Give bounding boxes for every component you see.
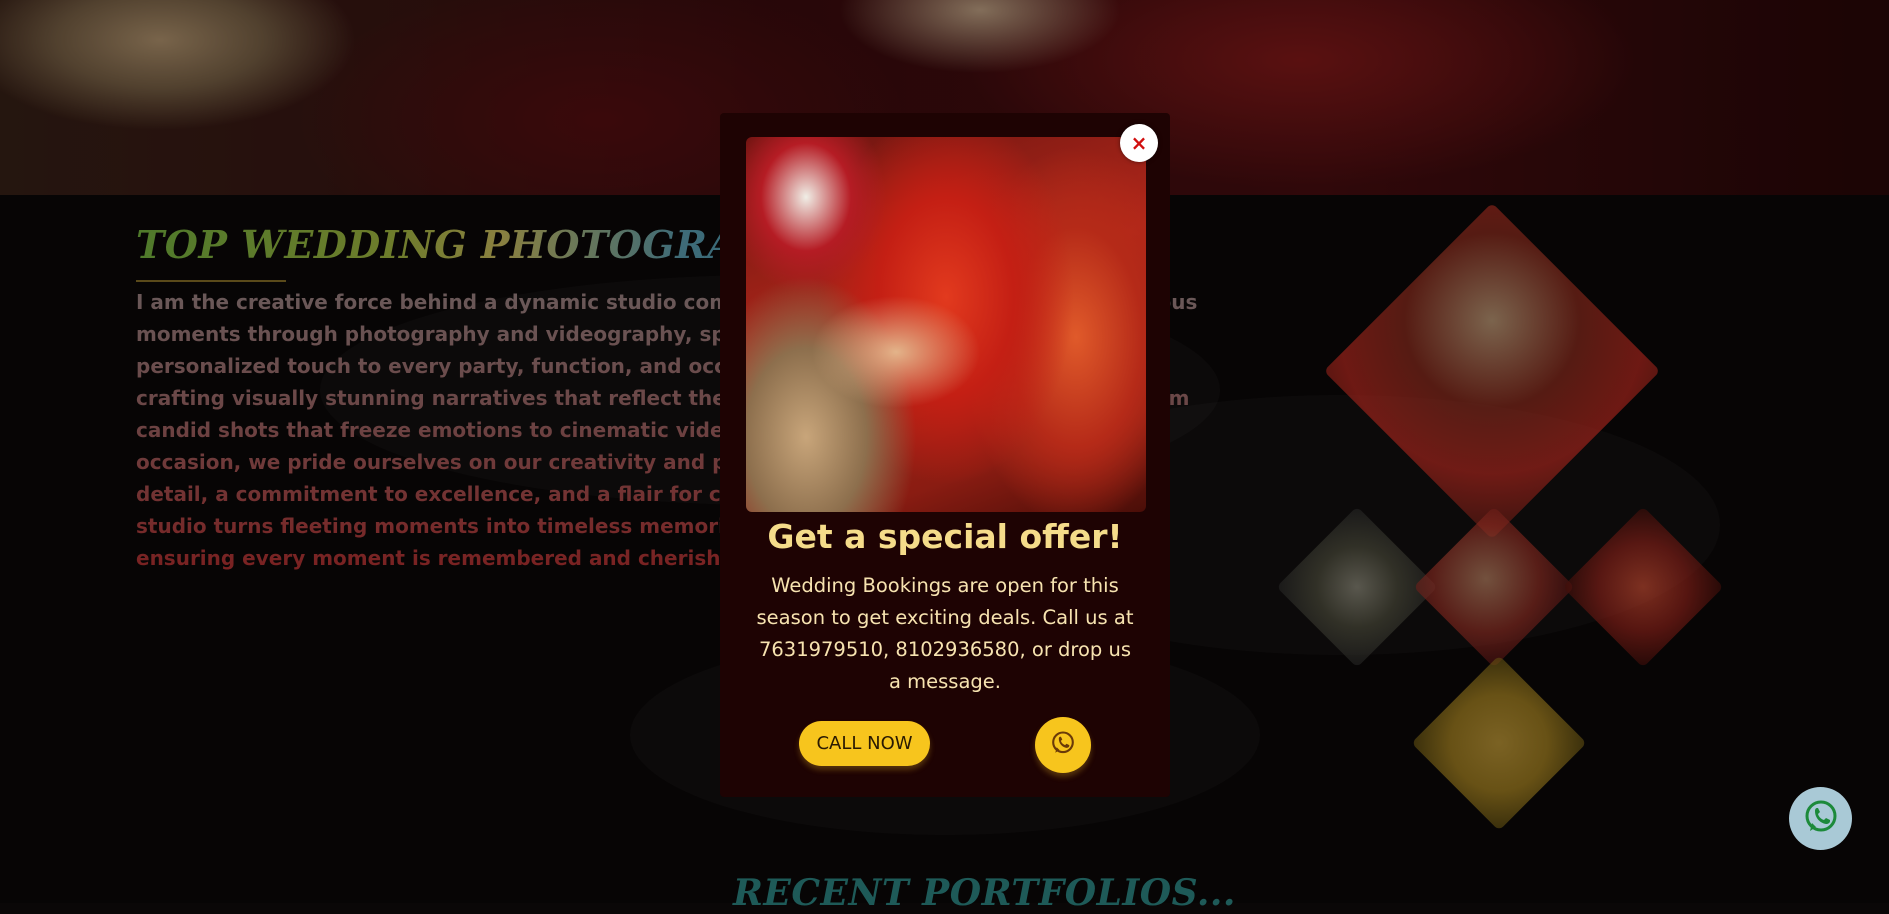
- portfolio-title: RECENT PORTFOLIOS...: [733, 872, 1236, 914]
- close-icon: ×: [1130, 131, 1148, 155]
- whatsapp-icon: [1801, 797, 1841, 841]
- modal-wedding-image: [746, 137, 1146, 512]
- whatsapp-icon: [1049, 729, 1077, 761]
- modal-text: Wedding Bookings are open for this seaso…: [756, 574, 1134, 693]
- special-offer-modal: × Get a special offer! Wedding Bookings …: [720, 113, 1170, 797]
- whatsapp-float-button[interactable]: [1789, 787, 1852, 850]
- call-now-button[interactable]: CALL NOW: [799, 721, 930, 766]
- title-underline: [136, 280, 286, 282]
- whatsapp-button[interactable]: [1035, 717, 1091, 773]
- modal-title: Get a special offer!: [767, 517, 1123, 556]
- close-button[interactable]: ×: [1120, 124, 1158, 162]
